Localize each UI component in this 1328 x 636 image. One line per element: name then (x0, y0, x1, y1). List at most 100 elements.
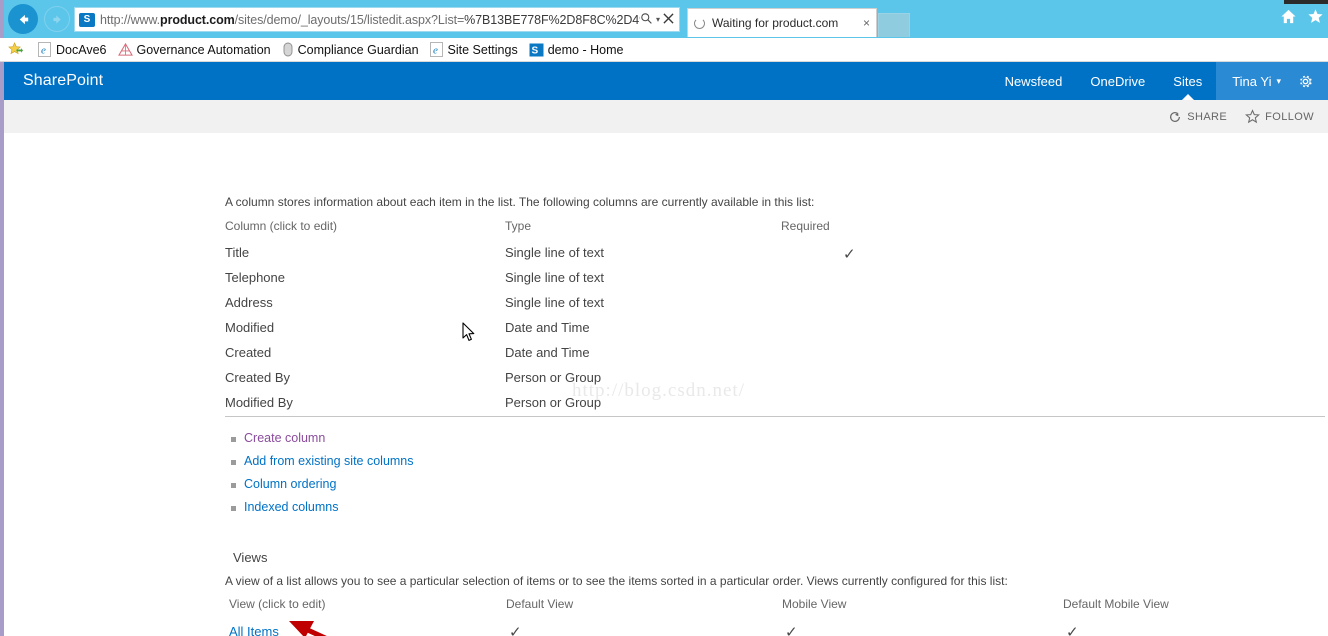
suite-nav: Newsfeed OneDrive Sites Tina Yi ▾ (991, 62, 1328, 100)
user-menu[interactable]: Tina Yi ▾ (1216, 62, 1291, 100)
bookmark-favorites-button[interactable] (8, 42, 27, 57)
follow-label: FOLLOW (1265, 110, 1314, 123)
mouse-cursor (462, 322, 476, 348)
bookmark-label: DocAve6 (56, 42, 107, 57)
bookmark-governance-automation[interactable]: Governance Automation (117, 42, 271, 57)
suite-link-newsfeed[interactable]: Newsfeed (991, 62, 1077, 100)
link-label[interactable]: Column ordering (244, 477, 336, 491)
user-name: Tina Yi (1232, 73, 1272, 89)
svg-text:S: S (531, 45, 538, 56)
link-indexed-columns[interactable]: Indexed columns (231, 500, 339, 514)
bullet-icon (231, 506, 236, 511)
sharepoint-favicon-icon: S (79, 12, 95, 27)
suite-link-sites[interactable]: Sites (1159, 62, 1216, 100)
bullet-icon (231, 483, 236, 488)
ie-icon: e (429, 42, 444, 57)
bookmark-label: Compliance Guardian (297, 42, 419, 57)
window-controls[interactable] (1284, 0, 1328, 4)
sharepoint-brand[interactable]: SharePoint (4, 72, 103, 90)
suite-bar: SharePoint Newsfeed OneDrive Sites Tina … (4, 62, 1328, 100)
bookmark-site-settings[interactable]: e Site Settings (429, 42, 518, 57)
views-table: View (click to edit) Default View Mobile… (229, 597, 1328, 636)
bookmark-label: Site Settings (447, 42, 518, 57)
bookmark-demo-home[interactable]: S demo - Home (529, 42, 624, 57)
settings-button[interactable] (1291, 62, 1328, 100)
shield-icon (282, 42, 294, 57)
follow-button[interactable]: FOLLOW (1245, 109, 1314, 124)
default-view-check-icon: ✓ (509, 624, 522, 636)
table-header-row: Column (click to edit) Type Required (225, 219, 1325, 245)
share-label: SHARE (1187, 110, 1228, 123)
column-type: Single line of text (505, 295, 605, 310)
column-name[interactable]: Created By (225, 370, 505, 385)
column-type: Single line of text (505, 245, 605, 260)
link-label[interactable]: Indexed columns (244, 500, 339, 514)
url-domain: product.com (160, 12, 235, 27)
svg-text:e: e (433, 45, 438, 57)
column-type: Date and Time (505, 345, 590, 360)
column-name[interactable]: Modified By (225, 395, 505, 410)
chevron-down-icon[interactable]: ▾ (656, 15, 660, 24)
chrome-accent-stripe (0, 0, 4, 38)
table-row[interactable]: Modified Date and Time (225, 320, 1325, 345)
browser-tab[interactable]: Waiting for product.com × (687, 8, 877, 37)
svg-text:e: e (41, 45, 46, 57)
annotation-arrow (259, 607, 384, 636)
url-query: %7B13BE778F%2D8F8C%2D493F (464, 12, 640, 27)
bookmark-label: demo - Home (547, 42, 624, 57)
table-row[interactable]: All Items ✓ ✓ ✓ (229, 623, 1328, 636)
page-content: A column stores information about each i… (4, 133, 1328, 636)
search-icon[interactable] (640, 12, 653, 28)
gear-icon (1300, 75, 1312, 87)
star-icon (1245, 109, 1261, 124)
tab-close-icon[interactable]: × (863, 16, 870, 30)
forward-button[interactable] (44, 6, 70, 32)
bookmark-compliance-guardian[interactable]: Compliance Guardian (282, 42, 419, 57)
back-button[interactable] (8, 4, 38, 34)
link-label[interactable]: Add from existing site columns (244, 454, 414, 468)
link-column-ordering[interactable]: Column ordering (231, 477, 336, 491)
share-icon (1170, 111, 1181, 122)
column-name[interactable]: Telephone (225, 270, 505, 285)
table-row[interactable]: Created Date and Time (225, 345, 1325, 370)
column-name[interactable]: Address (225, 295, 505, 310)
columns-intro: A column stores information about each i… (225, 195, 815, 209)
bullet-icon (231, 460, 236, 465)
suite-link-onedrive[interactable]: OneDrive (1076, 62, 1159, 100)
chrome-right-tools (1280, 8, 1324, 30)
sharepoint-page: SharePoint Newsfeed OneDrive Sites Tina … (0, 62, 1328, 636)
table-header-row: View (click to edit) Default View Mobile… (229, 597, 1328, 623)
favorites-star-icon (8, 42, 23, 57)
link-add-from-existing-site-columns[interactable]: Add from existing site columns (231, 454, 414, 468)
required-check-icon: ✓ (843, 246, 856, 263)
link-label[interactable]: Create column (244, 431, 325, 445)
table-row[interactable]: Title Single line of text ✓ (225, 245, 1325, 270)
column-header-name: Column (click to edit) (225, 219, 338, 233)
table-row[interactable]: Address Single line of text (225, 295, 1325, 320)
default-mobile-view-check-icon: ✓ (1066, 624, 1079, 636)
new-tab-button[interactable] (878, 13, 910, 37)
url-prefix: http://www. (100, 12, 161, 27)
chevron-down-icon: ▾ (1276, 75, 1281, 86)
table-row[interactable]: Telephone Single line of text (225, 270, 1325, 295)
address-bar-tools: ▾ (640, 12, 679, 28)
mobile-view-check-icon: ✓ (785, 624, 798, 636)
table-row[interactable]: Created By Person or Group (225, 370, 1325, 395)
browser-chrome: S http://www.product.com/sites/demo/_lay… (0, 0, 1328, 38)
star-icon[interactable] (1307, 8, 1324, 30)
bookmark-label: Governance Automation (136, 42, 271, 57)
view-header-default-view: Default View (506, 597, 574, 611)
address-bar[interactable]: S http://www.product.com/sites/demo/_lay… (74, 7, 680, 32)
share-button[interactable]: SHARE (1168, 110, 1227, 124)
url-path: /sites/demo/_layouts/15/listedit.aspx?Li… (234, 12, 465, 27)
watermark-text: http://blog.csdn.net/ (572, 380, 745, 401)
ie-icon: e (38, 42, 52, 57)
home-icon[interactable] (1280, 8, 1297, 30)
bookmark-docave6[interactable]: e DocAve6 (38, 42, 107, 57)
view-header-default-mobile-view: Default Mobile View (1063, 597, 1169, 611)
columns-divider (225, 416, 1325, 417)
column-name[interactable]: Title (225, 245, 505, 260)
link-create-column[interactable]: Create column (231, 431, 325, 445)
column-type: Date and Time (505, 320, 590, 335)
stop-loading-icon[interactable] (663, 12, 674, 27)
